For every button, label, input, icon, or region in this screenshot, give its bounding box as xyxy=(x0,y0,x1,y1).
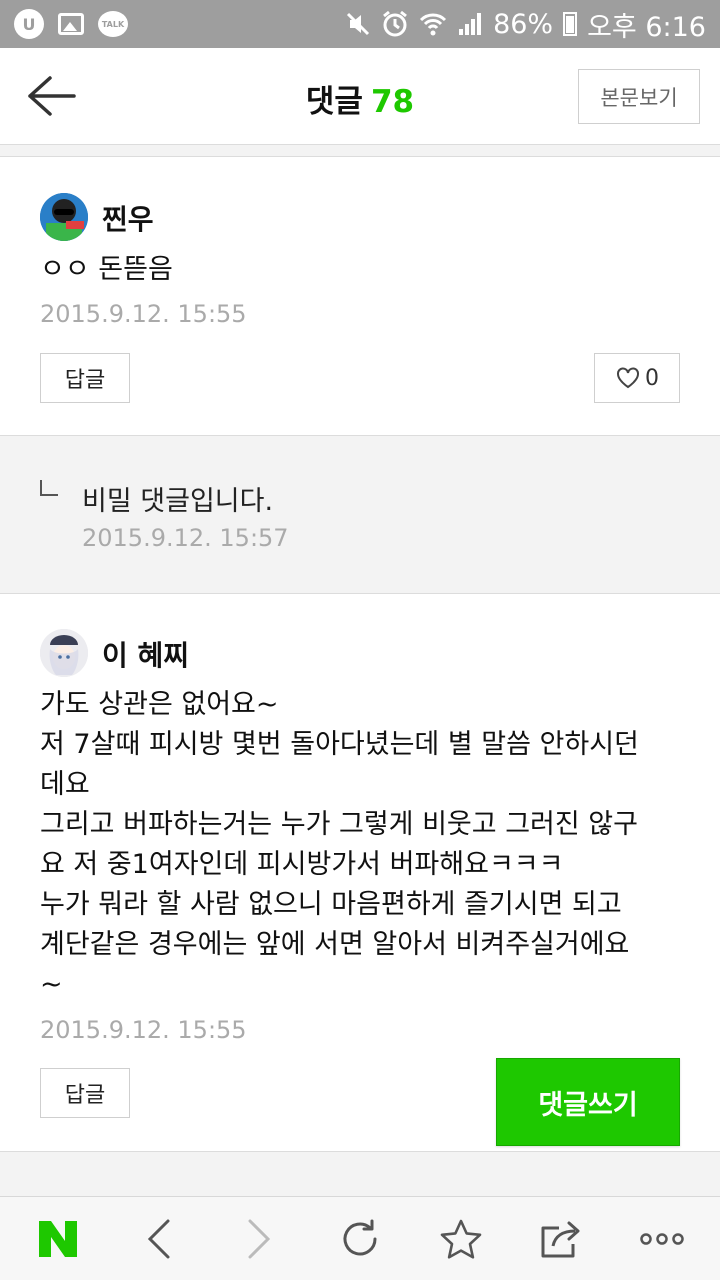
battery-icon xyxy=(563,12,578,36)
share-icon xyxy=(541,1221,580,1257)
reply-indent-icon xyxy=(40,480,58,496)
bookmark-button[interactable] xyxy=(421,1199,501,1279)
comment-line: 요 저 중1여자인데 피시방가서 버파해요ㅋㅋㅋ xyxy=(40,849,564,880)
refresh-icon xyxy=(343,1219,377,1255)
status-bar: U TALK 86% 오후 6:16 xyxy=(0,0,720,48)
back-icon xyxy=(147,1219,170,1258)
battery-percent: 86% xyxy=(493,8,554,40)
star-icon xyxy=(440,1219,481,1259)
comment-line: ㅇㅇ 돈뜯음 xyxy=(40,254,173,285)
comment-line: 계단같은 경우에는 앞에 서면 알아서 비켜주실거에요 xyxy=(40,929,630,960)
more-button[interactable] xyxy=(622,1199,702,1279)
comment-line: 누가 뭐라 할 사람 없으니 마음편하게 즐기시면 되고 xyxy=(40,889,622,920)
secret-reply: 비밀 댓글입니다. 2015.9.12. 15:57 xyxy=(0,436,720,594)
comment-count: 78 xyxy=(370,84,415,120)
browser-toolbar xyxy=(0,1196,720,1280)
clock: 오후 6:16 xyxy=(587,11,706,43)
comment-body: 가도 상관은 없어요~ 저 7살때 피시방 몇번 돌아다녔는데 별 말씀 안하시… xyxy=(40,685,682,1005)
avatar[interactable] xyxy=(40,193,88,241)
comment-line: ~ xyxy=(40,969,63,1000)
more-icon xyxy=(639,1232,684,1245)
wifi-icon xyxy=(420,13,447,36)
comment-line: 가도 상관은 없어요~ xyxy=(40,689,279,720)
comment-date: 2015.9.12. 15:55 xyxy=(40,300,247,328)
comment-item: 찐우 ㅇㅇ 돈뜯음 2015.9.12. 15:55 답글 0 xyxy=(0,158,720,436)
like-count: 0 xyxy=(645,365,659,391)
view-post-button[interactable]: 본문보기 xyxy=(578,69,700,124)
kakaotalk-icon: TALK xyxy=(98,11,128,37)
heart-icon xyxy=(617,367,639,389)
reply-button[interactable]: 답글 xyxy=(40,1068,130,1118)
next-comment-peek xyxy=(0,1152,720,1198)
comments-header: 댓글 78 본문보기 xyxy=(0,48,720,145)
comment-line: 그리고 버파하는거는 누가 그렇게 비웃고 그러진 않구 xyxy=(40,809,638,840)
signal-icon xyxy=(459,13,482,35)
divider xyxy=(0,145,720,157)
comment-author[interactable]: 이 혜찌 xyxy=(102,634,189,674)
secret-reply-date: 2015.9.12. 15:57 xyxy=(82,524,289,552)
page-title-label: 댓글 xyxy=(305,84,363,120)
comment-date: 2015.9.12. 15:55 xyxy=(40,1016,247,1044)
write-comment-button[interactable]: 댓글쓰기 xyxy=(496,1058,680,1146)
comment-line: 저 7살때 피시방 몇번 돌아다녔는데 별 말씀 안하시던 xyxy=(40,729,639,760)
nav-forward-button[interactable] xyxy=(219,1199,299,1279)
refresh-button[interactable] xyxy=(320,1199,400,1279)
comment-body: ㅇㅇ 돈뜯음 xyxy=(40,250,682,290)
secret-reply-text: 비밀 댓글입니다. xyxy=(82,486,274,517)
avatar[interactable] xyxy=(40,629,88,677)
reply-button[interactable]: 답글 xyxy=(40,353,130,403)
mute-icon xyxy=(347,12,370,36)
gallery-icon xyxy=(58,13,84,35)
nav-back-button[interactable] xyxy=(119,1199,199,1279)
like-button[interactable]: 0 xyxy=(594,353,680,403)
naver-home-button[interactable] xyxy=(18,1199,98,1279)
alarm-icon xyxy=(383,10,408,37)
forward-icon xyxy=(248,1219,271,1258)
comment-line: 데요 xyxy=(40,769,90,800)
share-button[interactable] xyxy=(521,1199,601,1279)
uplus-icon: U xyxy=(14,9,44,39)
naver-icon xyxy=(39,1220,78,1257)
comment-author[interactable]: 찐우 xyxy=(102,198,154,238)
